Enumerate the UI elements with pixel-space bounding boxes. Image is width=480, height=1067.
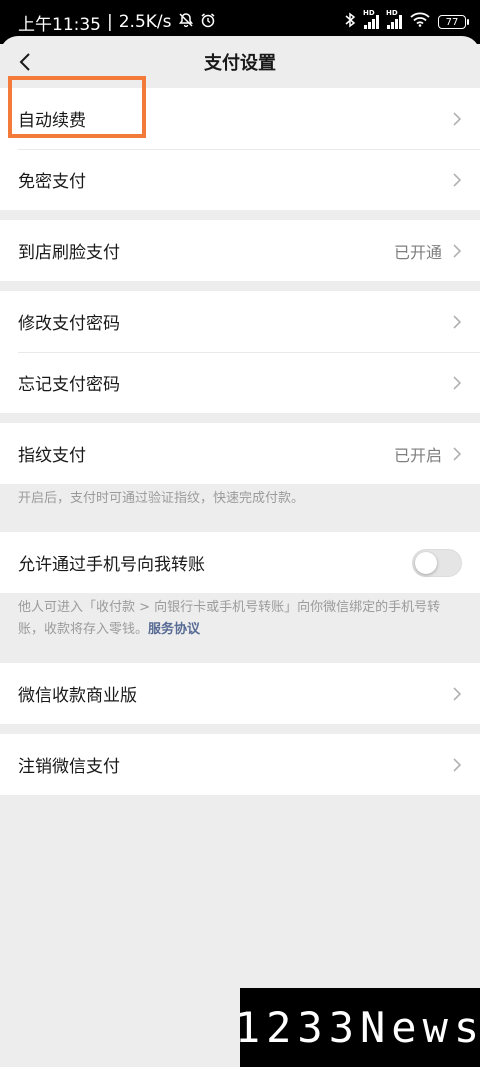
group-renewal: 自动续费 免密支付 (0, 88, 480, 210)
face-pay-status: 已开通 (393, 242, 442, 262)
group-face-pay: 到店刷脸支付 已开通 (0, 220, 480, 281)
alarm-icon (200, 12, 216, 33)
chevron-right-icon (453, 446, 462, 461)
row-right (452, 757, 462, 773)
phone-transfer-note: 他人可进入「收付款 > 向银行卡或手机号转账」向你微信绑定的手机号转账，收款将存… (0, 593, 480, 653)
business-item[interactable]: 微信收款商业版 (0, 663, 480, 724)
page-title: 支付设置 (204, 53, 276, 74)
chevron-right-icon (453, 375, 462, 390)
mute-bell-icon (178, 12, 194, 33)
cancel-pay-item[interactable]: 注销微信支付 (0, 734, 480, 795)
fingerprint-note: 开启后，支付时可通过验证指纹，快速完成付款。 (0, 484, 480, 522)
face-pay-label: 到店刷脸支付 (18, 243, 120, 263)
fingerprint-status: 已开启 (393, 445, 442, 465)
signal-hd-icon: HD (386, 9, 402, 29)
chevron-right-icon (453, 757, 462, 772)
status-separator: | (107, 12, 113, 32)
group-password: 修改支付密码 忘记支付密码 (0, 291, 480, 413)
network-speed: 2.5K/s (118, 12, 172, 32)
back-button[interactable] (12, 48, 38, 76)
phone-transfer-label: 允许通过手机号向我转账 (18, 555, 205, 575)
bluetooth-icon (344, 12, 356, 33)
password-free-item[interactable]: 免密支付 (0, 149, 480, 210)
watermark-text: 1233News (234, 1003, 480, 1052)
forgot-password-label: 忘记支付密码 (18, 375, 120, 395)
watermark-logo: 1233News (235, 988, 480, 1067)
nav-bar: 支付设置 (0, 36, 480, 88)
chevron-right-icon (453, 686, 462, 701)
chevron-right-icon (453, 111, 462, 126)
auto-renew-label: 自动续费 (18, 111, 86, 131)
fingerprint-item[interactable]: 指纹支付 已开启 (0, 423, 480, 484)
chevron-right-icon (453, 314, 462, 329)
group-business: 微信收款商业版 (0, 663, 480, 724)
group-cancel: 注销微信支付 (0, 734, 480, 795)
wifi-icon (410, 12, 430, 32)
phone-transfer-item: 允许通过手机号向我转账 (0, 532, 480, 593)
row-right (452, 375, 462, 391)
status-time: 上午11:35 (18, 14, 101, 35)
status-right: HD HD 77 (344, 9, 469, 33)
phone-transfer-toggle[interactable] (412, 548, 462, 577)
fingerprint-label: 指纹支付 (18, 446, 86, 466)
payment-settings-screen: 支付设置 自动续费 免密支付 到店刷脸支付 已开通 修改支付密码 忘记支付密码 … (0, 36, 480, 1067)
row-right (452, 686, 462, 702)
fingerprint-note-text: 开启后，支付时可通过验证指纹，快速完成付款。 (18, 491, 305, 506)
row-right (452, 111, 462, 127)
business-label: 微信收款商业版 (18, 686, 137, 706)
battery-level: 77 (445, 16, 459, 28)
toggle-knob (415, 551, 437, 574)
row-right: 已开启 (394, 442, 462, 466)
chevron-left-icon (19, 53, 30, 71)
forgot-password-item[interactable]: 忘记支付密码 (0, 352, 480, 413)
change-password-label: 修改支付密码 (18, 314, 120, 334)
cancel-pay-label: 注销微信支付 (18, 757, 120, 777)
chevron-right-icon (453, 243, 462, 258)
change-password-item[interactable]: 修改支付密码 (0, 291, 480, 352)
group-phone-transfer: 允许通过手机号向我转账 (0, 532, 480, 593)
chevron-right-icon (453, 172, 462, 187)
auto-renew-item[interactable]: 自动续费 (0, 88, 480, 149)
row-right (452, 314, 462, 330)
signal-hd-icon: HD (363, 9, 379, 29)
password-free-label: 免密支付 (18, 172, 86, 192)
row-right: 已开通 (394, 239, 462, 263)
face-pay-item[interactable]: 到店刷脸支付 已开通 (0, 220, 480, 281)
service-agreement-link[interactable]: 服务协议 (148, 622, 200, 637)
battery-icon: 77 (438, 15, 469, 29)
status-left: 上午11:35 | 2.5K/s (18, 10, 216, 35)
row-right (452, 172, 462, 188)
group-fingerprint: 指纹支付 已开启 (0, 423, 480, 484)
phone-transfer-note-text: 他人可进入「收付款 > 向银行卡或手机号转账」向你微信绑定的手机号转账，收款将存… (18, 600, 441, 637)
